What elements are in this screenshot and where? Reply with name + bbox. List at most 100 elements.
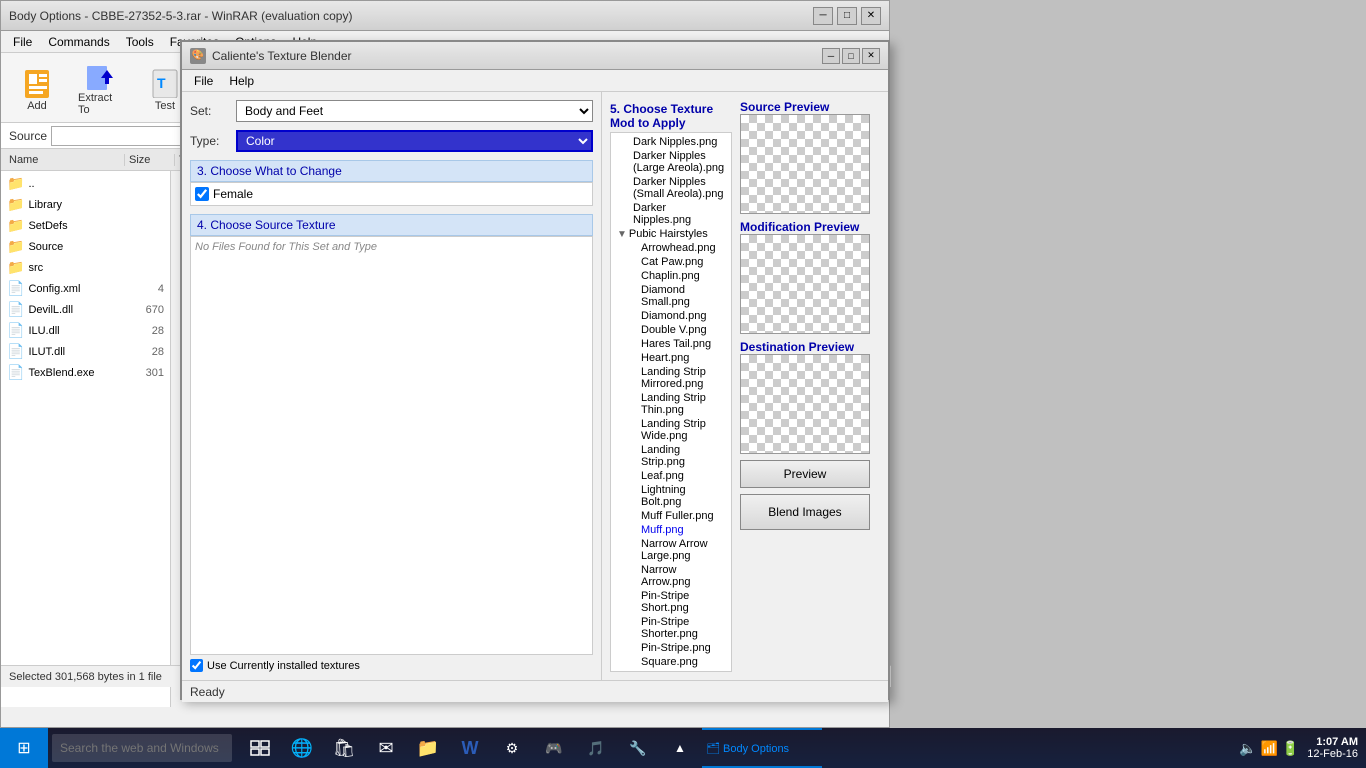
taskbar-icon-edge[interactable]: 🌐 xyxy=(282,728,322,768)
list-item[interactable]: 📁 Source xyxy=(3,236,168,257)
taskbar-icon-task-view[interactable] xyxy=(240,728,280,768)
list-item[interactable]: 📄 ILU.dll 28 xyxy=(3,320,168,341)
winrar-menu-commands[interactable]: Commands xyxy=(40,33,117,51)
use-installed-checkbox[interactable] xyxy=(190,659,203,672)
winrar-maximize-button[interactable]: □ xyxy=(837,7,857,25)
taskbar-start-button[interactable]: ⊞ xyxy=(0,728,48,768)
list-item[interactable]: 📄 ILUT.dll 28 xyxy=(3,341,168,362)
list-item[interactable]: The Short Cut.png xyxy=(613,669,729,672)
taskbar-icon-store[interactable]: 🛍 xyxy=(324,728,364,768)
dialog-close-button[interactable]: ✕ xyxy=(862,48,880,64)
winrar-add-button[interactable]: Add xyxy=(9,58,65,118)
set-label: Set: xyxy=(190,104,230,118)
taskbar-icon-mail[interactable]: ✉ xyxy=(366,728,406,768)
file-size: 301 xyxy=(134,367,164,379)
list-item[interactable]: Darker Nipples.png xyxy=(613,201,729,227)
file-name: .. xyxy=(28,178,164,190)
file-size: 28 xyxy=(134,325,164,337)
dialog-status-text: Ready xyxy=(190,685,225,699)
dialog-menu-file[interactable]: File xyxy=(186,72,221,90)
preview-button-label: Preview xyxy=(784,467,827,481)
list-item[interactable]: Leaf.png xyxy=(613,469,729,483)
preview-button[interactable]: Preview xyxy=(740,460,870,488)
dialog-maximize-button[interactable]: □ xyxy=(842,48,860,64)
file-name: Source xyxy=(28,241,164,253)
col-size: Size xyxy=(125,154,175,166)
source-texture-header[interactable]: 4. Choose Source Texture xyxy=(190,214,593,236)
list-item[interactable]: 📄 TexBlend.exe 301 xyxy=(3,362,168,383)
list-item[interactable]: Darker Nipples (Small Areola).png xyxy=(613,175,729,201)
file-name: DevilL.dll xyxy=(28,304,130,316)
list-item[interactable]: Diamond.png xyxy=(613,309,729,323)
list-item[interactable]: Narrow Arrow Large.png xyxy=(613,537,729,563)
list-item[interactable]: Double V.png xyxy=(613,323,729,337)
destination-preview-label: Destination Preview xyxy=(740,340,880,354)
list-item[interactable]: Muff.png xyxy=(613,523,729,537)
use-installed-row: Use Currently installed textures xyxy=(190,659,593,672)
list-item[interactable]: Heart.png xyxy=(613,351,729,365)
list-item[interactable]: 📄 DevilL.dll 670 xyxy=(3,299,168,320)
female-checkbox-row: Female xyxy=(195,187,588,201)
list-item[interactable]: 📁 Library xyxy=(3,194,168,215)
list-item[interactable]: Pin-Stripe.png xyxy=(613,641,729,655)
list-item[interactable]: Pin-Stripe Shorter.png xyxy=(613,615,729,641)
winrar-menu-file[interactable]: File xyxy=(5,33,40,51)
file-name: Config.xml xyxy=(28,283,130,295)
blend-images-button[interactable]: Blend Images xyxy=(740,494,870,530)
taskbar-search-input[interactable] xyxy=(52,734,232,762)
list-item[interactable]: Arrowhead.png xyxy=(613,241,729,255)
source-preview-section: Source Preview xyxy=(740,100,880,214)
list-item[interactable]: Landing Strip Thin.png xyxy=(613,391,729,417)
dialog-menu-help[interactable]: Help xyxy=(221,72,262,90)
taskbar-overflow-button[interactable]: ▲ xyxy=(660,728,700,768)
list-item[interactable]: 📁 .. xyxy=(3,173,168,194)
dialog-content: Set: Body and Feet Hands Head Type: Colo… xyxy=(182,92,888,680)
pubic-hairstyles-group[interactable]: ▼ Pubic Hairstyles xyxy=(613,227,729,241)
female-checkbox[interactable] xyxy=(195,187,209,201)
list-item[interactable]: Pin-Stripe Short.png xyxy=(613,589,729,615)
type-select[interactable]: Color Normal Specular xyxy=(236,130,593,152)
preview-panels: Source Preview Modification Preview Dest… xyxy=(740,100,880,672)
taskbar-icon-7[interactable]: 🎮 xyxy=(534,728,574,768)
file-name: src xyxy=(28,262,164,274)
list-item[interactable]: 📁 src xyxy=(3,257,168,278)
list-item[interactable]: 📄 Config.xml 4 xyxy=(3,278,168,299)
right-panels: 5. Choose Texture Mod to Apply Dark Nipp… xyxy=(610,100,880,672)
set-select[interactable]: Body and Feet Hands Head xyxy=(236,100,593,122)
taskbar-winrar-button[interactable]: 🗂 Body Options xyxy=(702,728,822,768)
modification-preview-label: Modification Preview xyxy=(740,220,880,234)
winrar-minimize-button[interactable]: ─ xyxy=(813,7,833,25)
taskbar-icon-8[interactable]: 🎵 xyxy=(576,728,616,768)
list-item[interactable]: 📁 SetDefs xyxy=(3,215,168,236)
list-item[interactable]: Square.png xyxy=(613,655,729,669)
winrar-test-icon: T xyxy=(147,64,183,100)
list-item[interactable]: Landing Strip Mirrored.png xyxy=(613,365,729,391)
taskbar-icon-9[interactable]: 🔧 xyxy=(618,728,658,768)
source-preview-canvas xyxy=(740,114,870,214)
list-item[interactable]: Hares Tail.png xyxy=(613,337,729,351)
winrar-close-button[interactable]: ✕ xyxy=(861,7,881,25)
texture-list-container[interactable]: Dark Nipples.png Darker Nipples (Large A… xyxy=(610,132,732,672)
winrar-extract-button[interactable]: Extract To xyxy=(73,58,129,118)
list-item[interactable]: Landing Strip.png xyxy=(613,443,729,469)
list-item[interactable]: Muff Fuller.png xyxy=(613,509,729,523)
list-item[interactable]: Narrow Arrow.png xyxy=(613,563,729,589)
list-item[interactable]: Lightning Bolt.png xyxy=(613,483,729,509)
blend-button-label: Blend Images xyxy=(768,505,841,519)
choose-what-header[interactable]: 3. Choose What to Change xyxy=(190,160,593,182)
winrar-menu-tools[interactable]: Tools xyxy=(118,33,162,51)
taskbar-icon-6[interactable]: ⚙ xyxy=(492,728,532,768)
dialog-titlebar: 🎨 Caliente's Texture Blender ─ □ ✕ xyxy=(182,42,888,70)
file-size: 4 xyxy=(134,283,164,295)
dialog-minimize-button[interactable]: ─ xyxy=(822,48,840,64)
taskbar-icon-word[interactable]: W xyxy=(450,728,490,768)
list-item[interactable]: Dark Nipples.png xyxy=(613,135,729,149)
list-item[interactable]: Landing Strip Wide.png xyxy=(613,417,729,443)
list-item[interactable]: Darker Nipples (Large Areola).png xyxy=(613,149,729,175)
list-item[interactable]: Chaplin.png xyxy=(613,269,729,283)
folder-icon: 📁 xyxy=(7,175,24,192)
taskbar-icon-explorer[interactable]: 📁 xyxy=(408,728,448,768)
list-item[interactable]: Cat Paw.png xyxy=(613,255,729,269)
list-item[interactable]: Diamond Small.png xyxy=(613,283,729,309)
no-files-text: No Files Found for This Set and Type xyxy=(195,241,377,253)
